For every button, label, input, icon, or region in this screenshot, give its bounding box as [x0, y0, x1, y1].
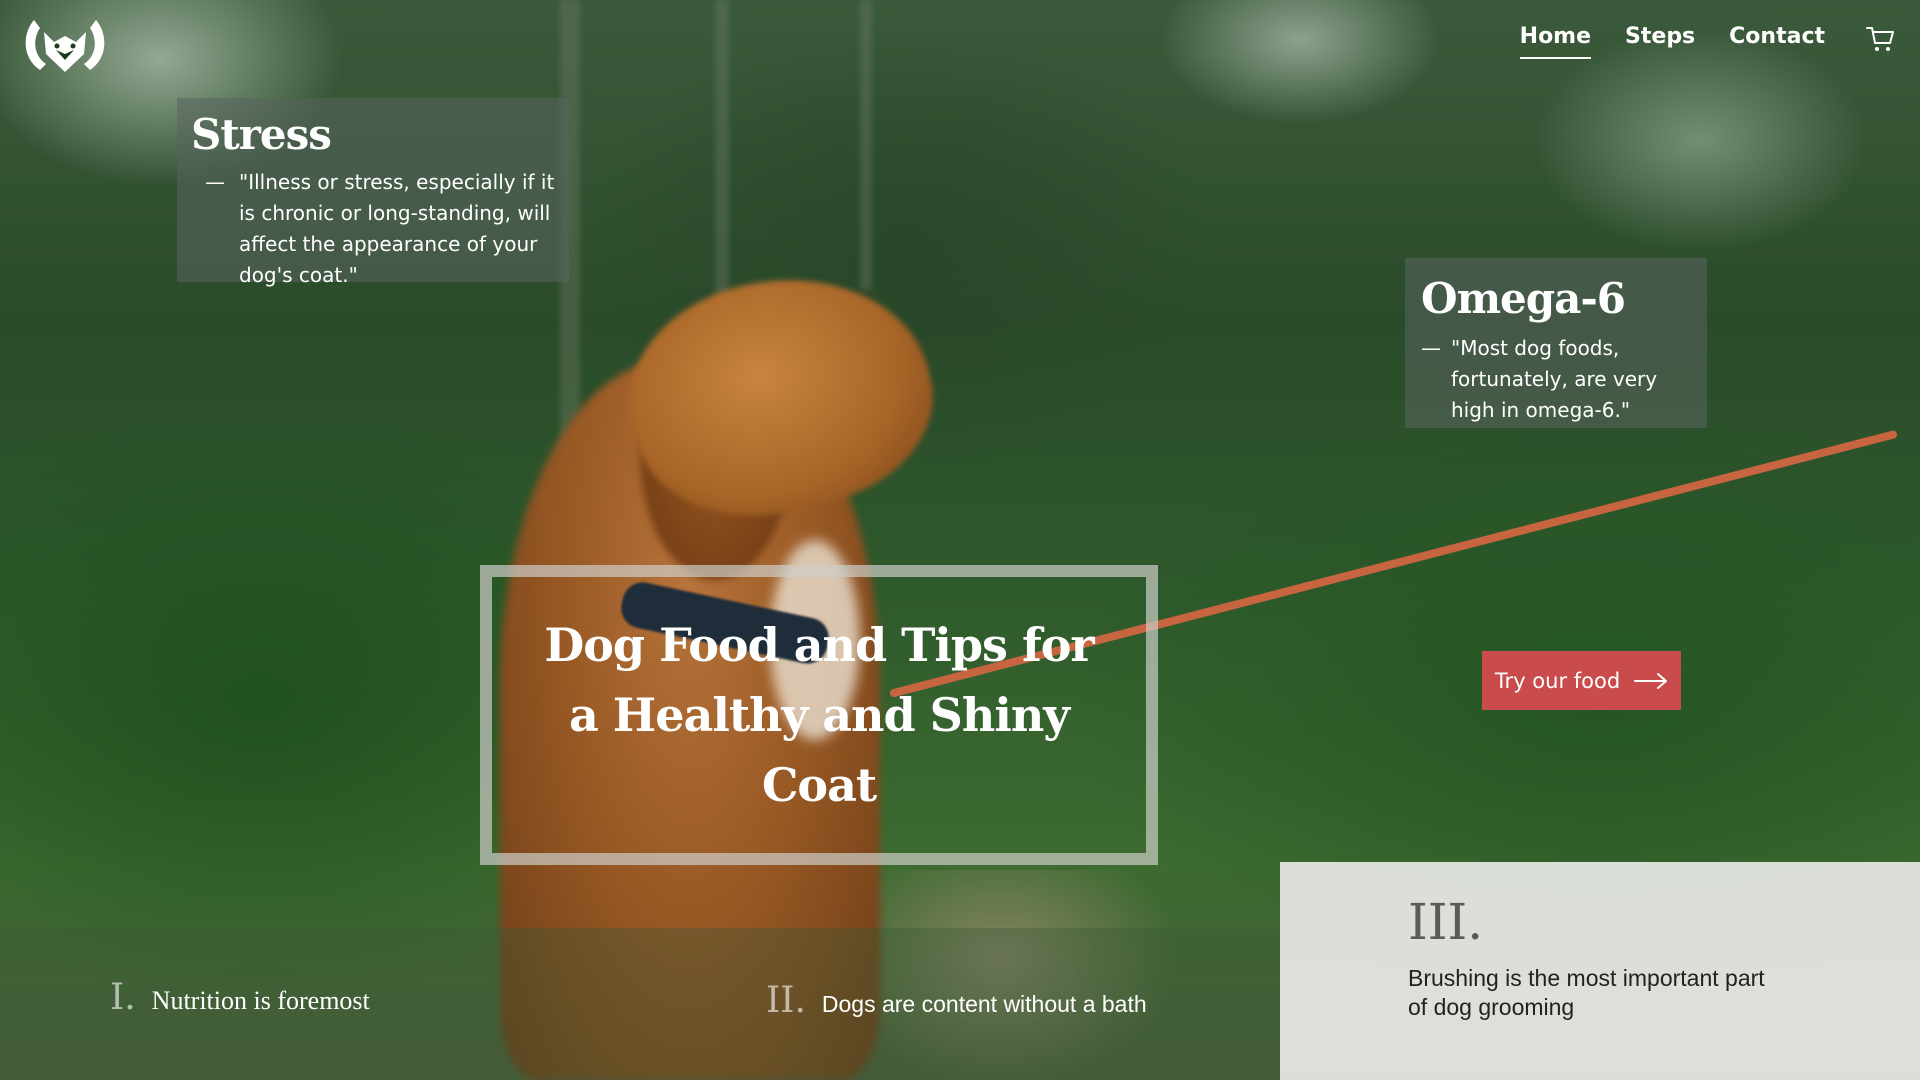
card-title: Omega-6: [1421, 274, 1626, 323]
step-item-3[interactable]: III. Brushing is the most important part…: [1280, 862, 1920, 1080]
quote-dash: —: [205, 170, 225, 194]
omega-tip-card: Omega-6 — "Most dog foods, fortunately, …: [1405, 258, 1707, 428]
stress-tip-card: Stress — "Illness or stress, especially …: [177, 98, 569, 287]
step-number: III.: [1408, 893, 1484, 951]
nav-link-contact[interactable]: Contact: [1729, 24, 1825, 59]
nav-link-steps[interactable]: Steps: [1625, 24, 1695, 59]
step-number: I.: [110, 977, 136, 1018]
try-our-food-button[interactable]: Try our food: [1482, 651, 1681, 710]
quote-text: "Illness or stress, especially if it is …: [239, 170, 555, 287]
shopping-cart-icon[interactable]: [1865, 24, 1895, 54]
card-quote: — "Most dog foods, fortunately, are very…: [1421, 333, 1691, 426]
wolf-head-logo-icon[interactable]: [20, 14, 110, 76]
step-item-2[interactable]: II. Dogs are content without a bath: [766, 980, 1147, 1021]
card-title: Stress: [191, 110, 332, 159]
step-text: Nutrition is foremost: [151, 986, 370, 1015]
step-number: II.: [766, 980, 806, 1021]
arrow-right-icon: [1634, 672, 1668, 689]
step-text: Brushing is the most important part of d…: [1408, 965, 1765, 1020]
hero-frame: Dog Food and Tips for a Healthy and Shin…: [480, 565, 1158, 865]
tree-trunk: [860, 0, 872, 290]
hero-section: Home Steps Contact Stress — "Illness or …: [0, 0, 1920, 1080]
step-item-1[interactable]: I. Nutrition is foremost: [110, 977, 370, 1018]
main-nav: Home Steps Contact: [1519, 24, 1895, 59]
quote-dash: —: [1421, 336, 1441, 360]
hero-title: Dog Food and Tips for a Healthy and Shin…: [544, 618, 1094, 812]
card-quote: — "Illness or stress, especially if it i…: [191, 167, 555, 291]
nav-link-home[interactable]: Home: [1519, 24, 1592, 59]
quote-text: "Most dog foods, fortunately, are very h…: [1451, 336, 1658, 422]
step-text: Dogs are content without a bath: [821, 991, 1147, 1017]
cta-label: Try our food: [1494, 668, 1621, 693]
